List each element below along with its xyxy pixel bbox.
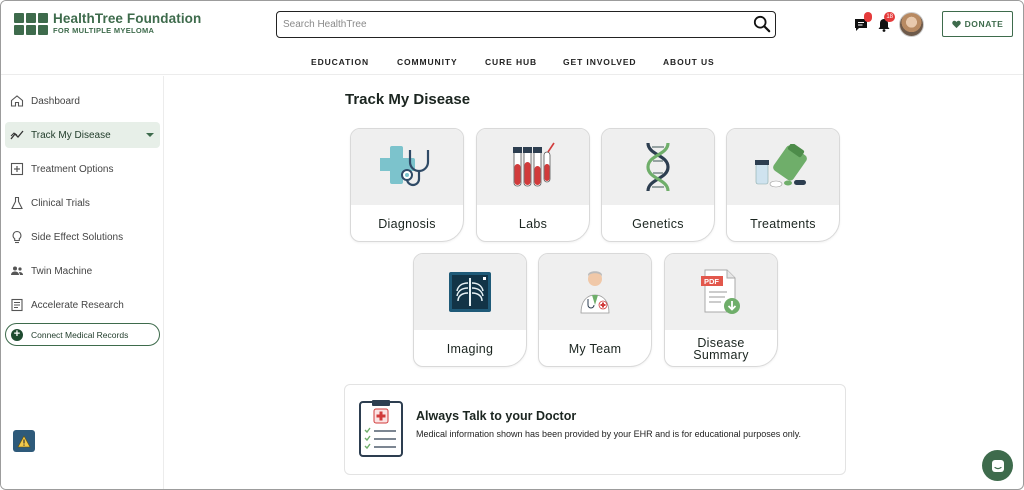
sidebar-item-label: Clinical Trials <box>31 197 90 209</box>
lightbulb-icon <box>12 230 22 244</box>
sidebar-item-label: Twin Machine <box>31 265 93 277</box>
card-label: Imaging <box>446 341 494 356</box>
brand-tagline: FOR MULTIPLE MYELOMA <box>53 26 155 35</box>
notice-text: Medical information shown has been provi… <box>416 429 802 439</box>
card-art <box>602 129 714 205</box>
card-label: Treatments <box>750 216 816 231</box>
chat-launcher-button[interactable] <box>982 450 1013 481</box>
doctor-icon <box>580 271 610 314</box>
document-icon <box>11 298 23 312</box>
card-art: PDF <box>665 254 777 330</box>
card-label: My Team <box>568 341 622 356</box>
heart-icon <box>951 20 961 28</box>
flask-icon <box>11 196 23 210</box>
brand-name: HealthTree Foundation <box>53 11 202 26</box>
donate-label: DONATE <box>964 19 1004 29</box>
stethoscope-cross-icon <box>380 146 430 187</box>
notifications-button[interactable]: 18 <box>876 12 896 35</box>
chevron-down-icon[interactable] <box>146 133 154 137</box>
home-icon <box>10 95 24 107</box>
card-diagnosis[interactable]: Diagnosis <box>350 128 464 242</box>
nav-cure-hub[interactable]: CURE HUB <box>485 57 537 67</box>
notice-title: Always Talk to your Doctor <box>416 409 577 423</box>
card-label: Genetics <box>632 216 684 231</box>
card-label: Diagnosis <box>378 216 436 231</box>
dna-icon <box>646 142 670 192</box>
plus-circle-icon: + <box>11 328 23 341</box>
card-my-team[interactable]: My Team <box>538 253 652 367</box>
sidebar-item-label: Accelerate Research <box>31 299 124 311</box>
search-icon[interactable] <box>753 15 771 33</box>
test-tubes-icon <box>513 142 555 187</box>
chat-icon <box>991 459 1004 472</box>
sidebar-item-track-my-disease[interactable]: Track My Disease <box>5 122 160 148</box>
nav-education[interactable]: EDUCATION <box>311 57 369 67</box>
sidebar-item-side-effect-solutions[interactable]: Side Effect Solutions <box>5 224 160 250</box>
xray-icon <box>449 272 491 312</box>
card-label: Disease Summary <box>693 335 749 362</box>
page-title: Track My Disease <box>345 91 471 108</box>
donate-button[interactable]: DONATE <box>942 11 1013 37</box>
notifications-badge: 18 <box>884 12 895 22</box>
clipboard-icon <box>359 400 403 457</box>
card-genetics[interactable]: Genetics <box>601 128 715 242</box>
nav-community[interactable]: COMMUNITY <box>397 57 458 67</box>
sidebar-item-treatment-options[interactable]: Treatment Options <box>5 156 160 182</box>
sidebar-item-dashboard[interactable]: Dashboard <box>5 88 160 114</box>
search-bar <box>276 11 776 38</box>
people-icon <box>11 266 23 275</box>
card-labs[interactable]: Labs <box>476 128 590 242</box>
sidebar-item-accelerate-research[interactable]: Accelerate Research <box>5 292 160 318</box>
card-label: Labs <box>518 216 548 231</box>
search-input[interactable] <box>283 19 743 30</box>
sidebar: Dashboard Track My Disease Treatment Opt… <box>1 76 164 489</box>
user-avatar[interactable] <box>899 12 924 37</box>
sidebar-item-label: Track My Disease <box>31 129 111 141</box>
card-art <box>727 129 839 205</box>
warning-icon <box>17 434 31 447</box>
nav-get-involved[interactable]: GET INVOLVED <box>563 57 636 67</box>
warning-button[interactable] <box>13 430 35 452</box>
sidebar-item-label: Treatment Options <box>31 163 114 175</box>
card-imaging[interactable]: Imaging <box>413 253 527 367</box>
messages-button[interactable] <box>853 12 873 35</box>
card-art <box>477 129 589 205</box>
sidebar-item-label: Side Effect Solutions <box>31 231 124 243</box>
pdf-download-icon: PDF <box>701 269 740 314</box>
card-treatments[interactable]: Treatments <box>726 128 840 242</box>
messages-badge <box>864 12 872 22</box>
main-nav: EDUCATION COMMUNITY CURE HUB GET INVOLVE… <box>1 57 1023 69</box>
card-art <box>414 254 526 330</box>
pills-icon <box>755 144 807 188</box>
card-disease-summary[interactable]: PDF Disease Summary <box>664 253 778 367</box>
sidebar-item-twin-machine[interactable]: Twin Machine <box>5 258 160 284</box>
nav-about-us[interactable]: ABOUT US <box>663 57 715 67</box>
doctor-notice: Always Talk to your Doctor Medical infor… <box>344 384 846 475</box>
connect-label: Connect Medical Records <box>31 329 129 340</box>
brand-logo[interactable]: HealthTree Foundation FOR MULTIPLE MYELO… <box>14 11 201 36</box>
svg-text:PDF: PDF <box>704 277 719 286</box>
trend-icon <box>10 130 24 140</box>
card-art <box>351 129 463 205</box>
connect-medical-records-button[interactable]: + Connect Medical Records <box>5 323 160 346</box>
card-art <box>539 254 651 330</box>
plus-square-icon <box>10 162 24 176</box>
logo-mark-icon <box>14 12 49 35</box>
app-window: HealthTree Foundation FOR MULTIPLE MYELO… <box>0 0 1024 490</box>
sidebar-item-label: Dashboard <box>31 95 80 107</box>
sidebar-item-clinical-trials[interactable]: Clinical Trials <box>5 190 160 216</box>
top-header: HealthTree Foundation FOR MULTIPLE MYELO… <box>1 1 1023 75</box>
